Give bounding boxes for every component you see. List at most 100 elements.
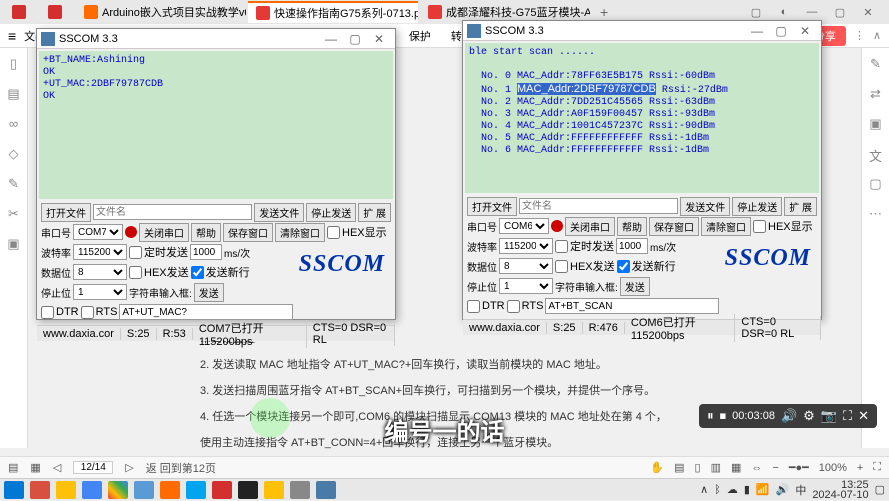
protect-label[interactable]: 保护 <box>409 28 431 44</box>
command-input[interactable] <box>545 298 718 314</box>
hand-icon[interactable]: ✋ <box>650 461 664 474</box>
dtr-checkbox[interactable]: DTR <box>467 300 505 313</box>
minimize-icon[interactable]: — <box>745 24 769 38</box>
cut-icon[interactable]: ✂ <box>6 206 22 222</box>
tag-icon[interactable]: ◇ <box>6 146 22 162</box>
bookmark-icon[interactable]: ▯ <box>6 56 22 72</box>
app-icon[interactable] <box>238 481 258 499</box>
link-icon[interactable]: ∞ <box>6 116 22 132</box>
browser-tab-2[interactable]: Arduino嵌入式项目实战教学v0.5... <box>76 2 246 22</box>
fullscreen-icon[interactable]: ⛶ <box>873 461 881 474</box>
open-file-button[interactable]: 打开文件 <box>467 197 517 216</box>
folder-icon[interactable] <box>264 481 284 499</box>
camera-icon[interactable]: 📷 <box>821 408 837 424</box>
send-button[interactable]: 发送 <box>620 277 650 296</box>
wps-icon[interactable] <box>212 481 232 499</box>
stop-send-button[interactable]: 停止发送 <box>732 197 782 216</box>
note-icon[interactable]: ▤ <box>6 86 22 102</box>
browser-tab-1[interactable] <box>40 3 74 21</box>
more-icon[interactable]: ⋯ <box>868 206 884 222</box>
fit-width-icon[interactable]: ⇔ <box>751 462 762 474</box>
close-port-button[interactable]: 关闭串口 <box>139 223 189 242</box>
clear-window-button[interactable]: 清除窗口 <box>275 223 325 242</box>
close-icon[interactable]: ✕ <box>367 32 391 46</box>
port-select[interactable]: COM7 <box>73 224 123 240</box>
app-icon[interactable] <box>134 481 154 499</box>
chevron-icon[interactable]: ∧ <box>873 29 881 42</box>
hex-display-checkbox[interactable]: HEX显示 <box>753 218 813 234</box>
bluetooth-icon[interactable]: ᛒ <box>714 484 721 496</box>
app-icon[interactable] <box>186 481 206 499</box>
rts-checkbox[interactable]: RTS <box>507 300 544 313</box>
command-input[interactable] <box>119 304 292 320</box>
task-app-icon[interactable] <box>30 481 50 499</box>
search-icon[interactable] <box>160 481 180 499</box>
databits-select[interactable]: 8 <box>499 258 553 274</box>
stopbits-select[interactable]: 1 <box>499 278 553 294</box>
hex-send-checkbox[interactable]: HEX发送 <box>129 264 189 280</box>
sound-icon[interactable]: 🔊 <box>781 408 797 424</box>
minimize-icon[interactable]: — <box>319 32 343 46</box>
port-select[interactable]: COM6 <box>499 218 549 234</box>
maximize-icon[interactable]: ▢ <box>769 24 793 38</box>
translate-label[interactable]: 转 <box>451 28 462 44</box>
settings-icon[interactable]: ⚙ <box>803 408 815 424</box>
expand-button[interactable]: 扩 展 <box>784 197 817 216</box>
newline-checkbox[interactable]: 发送新行 <box>191 264 250 280</box>
timed-input[interactable] <box>190 244 222 260</box>
pause-icon[interactable]: ⏸ <box>707 408 714 424</box>
titlebar[interactable]: SSCOM 3.3 — ▢ ✕ <box>37 29 395 49</box>
continuous-icon[interactable]: ▥ <box>711 461 721 474</box>
help-button[interactable]: 帮助 <box>191 223 221 242</box>
edge-icon[interactable] <box>82 481 102 499</box>
dtr-checkbox[interactable]: DTR <box>41 306 79 319</box>
crop-icon[interactable]: ▢ <box>868 176 884 192</box>
save-window-button[interactable]: 保存窗口 <box>649 217 699 236</box>
app-icon[interactable] <box>290 481 310 499</box>
chrome-icon[interactable] <box>108 481 128 499</box>
titlebar[interactable]: SSCOM 3.3 — ▢ ✕ <box>463 21 821 41</box>
browser-tab-4[interactable]: 成都泽耀科技-G75蓝牙模块-AT指令... <box>420 2 590 22</box>
send-file-button[interactable]: 发送文件 <box>254 203 304 222</box>
open-file-button[interactable]: 打开文件 <box>41 203 91 222</box>
app-icon[interactable]: ◐ <box>775 6 793 19</box>
more-icon[interactable]: ⋮ <box>854 29 865 42</box>
close-port-button[interactable]: 关闭串口 <box>565 217 615 236</box>
next-page-icon[interactable]: ▷ <box>125 461 133 474</box>
save-window-button[interactable]: 保存窗口 <box>223 223 273 242</box>
spread-icon[interactable]: ▦ <box>731 461 741 474</box>
new-tab-button[interactable]: + <box>592 4 616 20</box>
baud-select[interactable]: 115200 <box>73 244 127 260</box>
prev-page-icon[interactable]: ◁ <box>53 461 61 474</box>
hex-send-checkbox[interactable]: HEX发送 <box>555 258 615 274</box>
app-icon[interactable]: ▢ <box>747 6 765 19</box>
minimize-icon[interactable]: — <box>803 6 821 19</box>
stop-send-button[interactable]: 停止发送 <box>306 203 356 222</box>
translate-icon[interactable]: 文 <box>868 146 884 162</box>
page-input[interactable] <box>73 461 113 474</box>
stamp-icon[interactable]: ▣ <box>868 116 884 132</box>
output-area[interactable]: ble start scan ...... No. 0 MAC_Addr:78F… <box>465 43 819 193</box>
wifi-icon[interactable]: 📶 <box>756 483 770 496</box>
help-button[interactable]: 帮助 <box>617 217 647 236</box>
explorer-icon[interactable] <box>56 481 76 499</box>
start-icon[interactable] <box>4 481 24 499</box>
browser-tab-0[interactable] <box>4 3 38 21</box>
filename-input[interactable] <box>93 204 252 220</box>
stopbits-select[interactable]: 1 <box>73 284 127 300</box>
timed-send-checkbox[interactable]: 定时发送 <box>129 244 188 260</box>
layout-icon[interactable]: ▦ <box>30 461 40 474</box>
image-icon[interactable]: ▣ <box>6 236 22 252</box>
stop-icon[interactable]: ⏹ <box>720 408 727 424</box>
send-file-button[interactable]: 发送文件 <box>680 197 730 216</box>
maximize-icon[interactable]: ▢ <box>343 32 367 46</box>
send-button[interactable]: 发送 <box>194 283 224 302</box>
view-icon[interactable]: ▤ <box>8 461 18 474</box>
zoom-in-icon[interactable]: + <box>857 462 863 474</box>
notification-icon[interactable]: ▢ <box>875 483 885 496</box>
onedrive-icon[interactable]: ☁ <box>727 483 738 496</box>
clear-window-button[interactable]: 清除窗口 <box>701 217 751 236</box>
zoom-out-icon[interactable]: − <box>772 462 778 474</box>
return-hint[interactable]: 返 回到第12页 <box>146 460 216 476</box>
edit-icon[interactable]: ✎ <box>868 56 884 72</box>
